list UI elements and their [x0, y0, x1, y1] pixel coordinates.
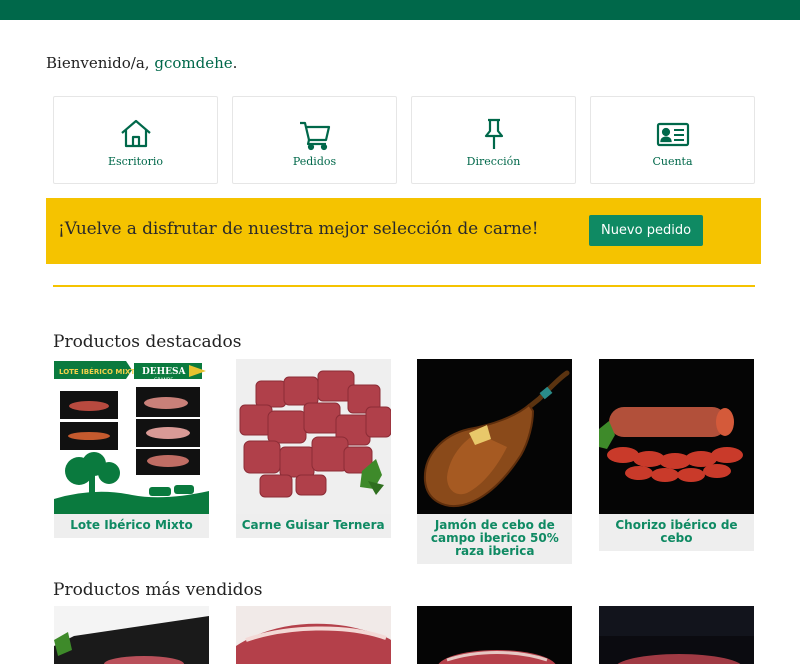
poster-banner: LOTE IBÉRICO MIXTO	[59, 367, 141, 376]
welcome-username[interactable]: gcomdehe	[154, 54, 232, 72]
chorizo-graphic	[598, 359, 754, 514]
product-name[interactable]: Jamón de cebo de campo iberico 50% raza …	[417, 514, 573, 564]
account-nav: Escritorio Pedidos Dirección Cuenta	[53, 96, 755, 184]
product-image[interactable]	[235, 606, 391, 664]
product-image[interactable]	[417, 606, 573, 664]
pin-icon	[484, 118, 503, 149]
product-image-carne-guisar[interactable]	[235, 359, 391, 514]
tile-label: Pedidos	[292, 154, 337, 168]
welcome-message: Bienvenido/a, gcomdehe.	[46, 54, 237, 72]
product-image[interactable]	[54, 606, 209, 664]
product-card[interactable]: Carne Guisar Ternera	[235, 359, 391, 564]
product-image-lote-iberico[interactable]: LOTE IBÉRICO MIXTO DEHESA GRANDE	[54, 359, 209, 514]
promo-banner: ¡Vuelve a disfrutar de nuestra mejor sel…	[46, 198, 761, 264]
home-icon	[120, 119, 151, 147]
product-card[interactable]	[54, 606, 209, 664]
bestsellers-title: Productos más vendidos	[53, 580, 263, 600]
cart-icon	[299, 121, 330, 150]
featured-products: LOTE IBÉRICO MIXTO DEHESA GRANDE Lote Ib…	[54, 359, 754, 564]
product-card[interactable]	[598, 606, 754, 664]
bestseller-products	[54, 606, 754, 664]
product-image-jamon[interactable]	[417, 359, 573, 514]
ham-graphic	[417, 359, 573, 514]
tile-label: Escritorio	[107, 154, 164, 168]
product-card[interactable]: LOTE IBÉRICO MIXTO DEHESA GRANDE Lote Ib…	[54, 359, 209, 564]
product-name[interactable]: Lote Ibérico Mixto	[54, 514, 209, 538]
tile-escritorio[interactable]: Escritorio	[53, 96, 218, 184]
product-name[interactable]: Chorizo ibérico de cebo	[598, 514, 754, 551]
product-name[interactable]: Carne Guisar Ternera	[235, 514, 391, 538]
new-order-button[interactable]: Nuevo pedido	[589, 215, 703, 246]
welcome-greeting: Bienvenido/a,	[46, 54, 150, 72]
poster-brand-sub: GRANDE	[154, 377, 173, 383]
divider	[53, 285, 755, 287]
product-card[interactable]	[417, 606, 573, 664]
tile-label: Cuenta	[652, 154, 693, 168]
banner-message: ¡Vuelve a disfrutar de nuestra mejor sel…	[58, 219, 539, 239]
tile-cuenta[interactable]: Cuenta	[590, 96, 755, 184]
id-card-icon	[656, 122, 689, 146]
product-card[interactable]: Jamón de cebo de campo iberico 50% raza …	[417, 359, 573, 564]
welcome-end: .	[232, 54, 238, 72]
featured-title: Productos destacados	[53, 332, 242, 352]
bestseller-image-1	[54, 606, 209, 664]
top-bar	[0, 0, 800, 20]
product-card[interactable]: Chorizo ibérico de cebo	[598, 359, 754, 564]
product-image[interactable]	[598, 606, 754, 664]
product-image-chorizo[interactable]	[598, 359, 754, 514]
product-card[interactable]	[235, 606, 391, 664]
bestseller-image-3	[417, 606, 573, 664]
bestseller-image-2	[235, 606, 391, 664]
lote-poster-graphic: LOTE IBÉRICO MIXTO DEHESA GRANDE	[54, 359, 209, 514]
tile-pedidos[interactable]: Pedidos	[232, 96, 397, 184]
poster-brand: DEHESA	[142, 367, 187, 377]
tile-label: Dirección	[466, 154, 521, 168]
tile-direccion[interactable]: Dirección	[411, 96, 576, 184]
bestseller-image-4	[598, 606, 754, 664]
meat-cubes-graphic	[235, 359, 391, 514]
